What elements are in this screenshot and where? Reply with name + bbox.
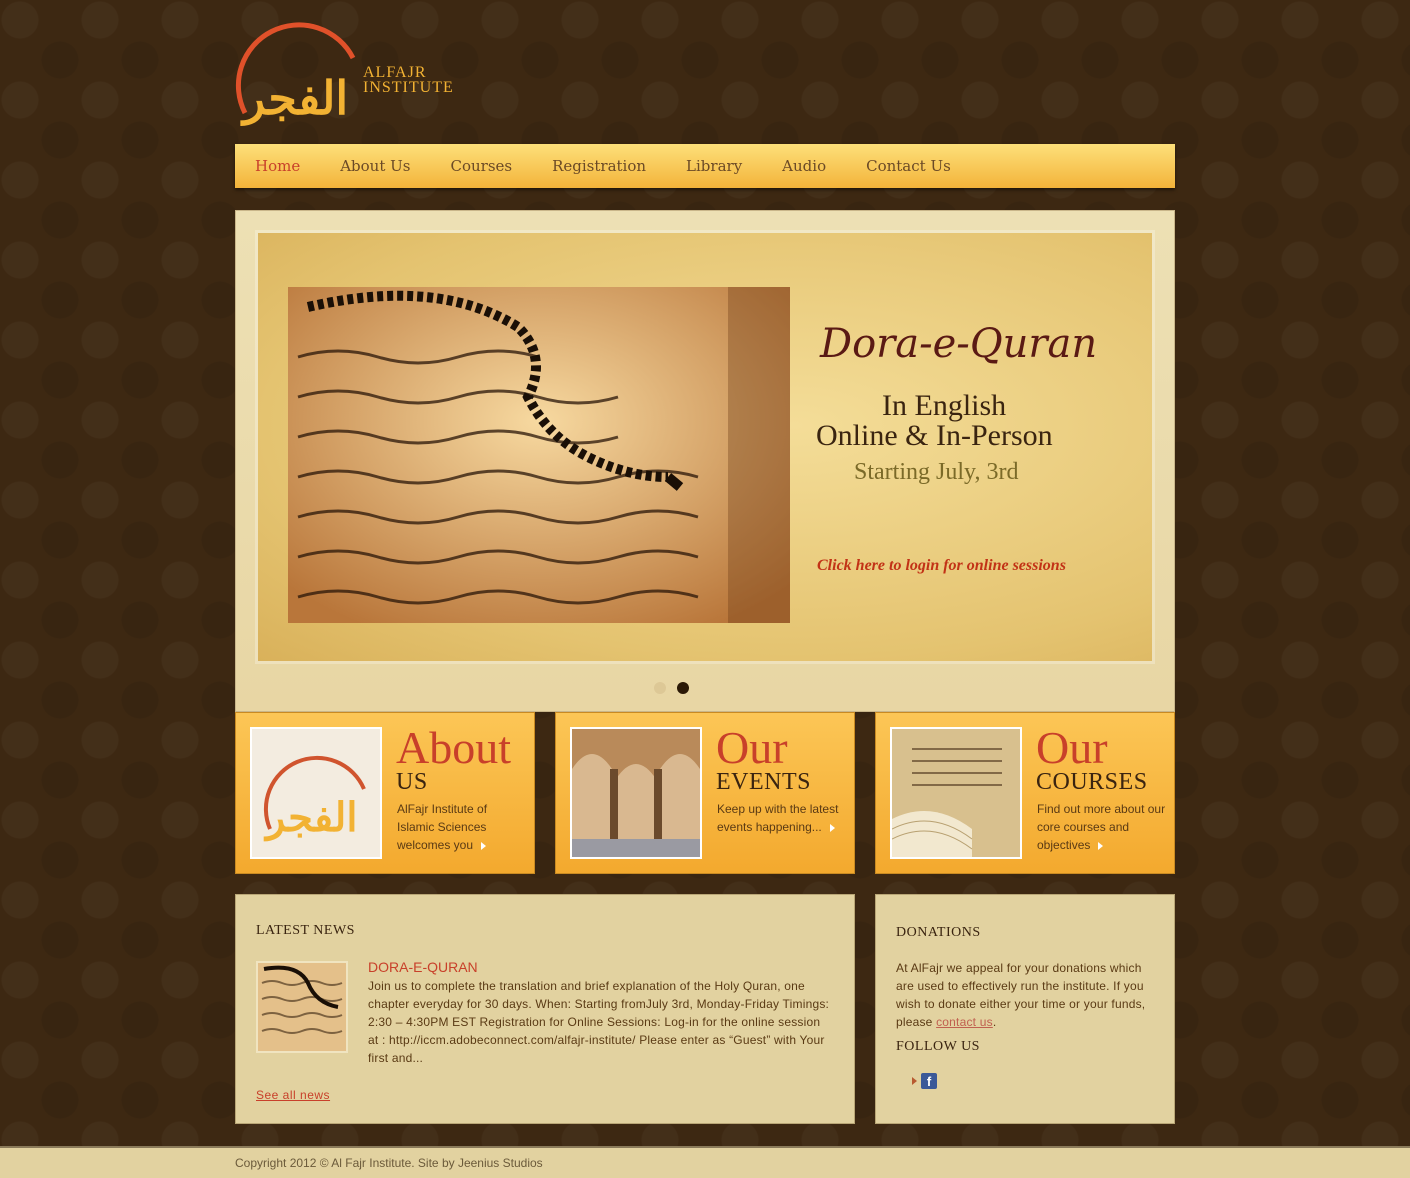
- arrow-right-icon[interactable]: [481, 841, 487, 850]
- arrow-right-icon[interactable]: [829, 823, 835, 832]
- copyright-text: Copyright 2012 © Al Fajr Institute. Site…: [235, 1156, 543, 1170]
- feature-courses-desc: Find out more about our core courses and…: [1037, 802, 1166, 852]
- feature-about-small: US: [396, 769, 428, 795]
- site-footer: Copyright 2012 © Al Fajr Institute. Site…: [0, 1146, 1410, 1178]
- site-logo[interactable]: الفجر ALFAJR INSTITUTE: [235, 18, 475, 128]
- latest-news-heading: LATEST NEWS: [256, 923, 355, 938]
- nav-courses[interactable]: Courses: [450, 157, 512, 175]
- slide-title: Dora-e-Quran: [820, 321, 1098, 367]
- follow-us-heading: FOLLOW US: [896, 1039, 980, 1054]
- hero-slider: Dora-e-Quran In English Online & In-Pers…: [235, 210, 1175, 712]
- feature-about-big: About: [396, 722, 511, 773]
- see-all-news-link[interactable]: See all news: [256, 1088, 330, 1102]
- feature-events-small: EVENTS: [716, 769, 811, 795]
- slide-line1: In English: [882, 389, 1007, 422]
- courses-thumbnail: [890, 727, 1022, 859]
- feature-about-desc: AlFajr Institute of Islamic Sciences wel…: [397, 802, 488, 852]
- slide-line2: Online & In-Person: [816, 419, 1053, 452]
- feature-courses-small: COURSES: [1036, 769, 1148, 795]
- svg-text:الفجر: الفجر: [263, 794, 357, 842]
- slider-dot-1[interactable]: [654, 682, 666, 694]
- logo-line2: INSTITUTE: [363, 79, 454, 96]
- bullet-arrow-icon: [912, 1077, 917, 1085]
- nav-audio[interactable]: Audio: [782, 157, 826, 175]
- nav-about-us[interactable]: About Us: [340, 157, 410, 175]
- open-book-photo: [892, 729, 1020, 857]
- nav-home[interactable]: Home: [255, 157, 300, 175]
- slider-pagination: [654, 682, 689, 694]
- feature-courses-big: Our: [1036, 722, 1108, 773]
- news-thumbnail[interactable]: [256, 961, 348, 1053]
- logo-emblem: الفجر: [235, 22, 356, 126]
- logo-emblem-small: الفجر: [263, 755, 366, 842]
- hero-slide[interactable]: Dora-e-Quran In English Online & In-Pers…: [258, 233, 1152, 661]
- logo-text: ALFAJR INSTITUTE: [363, 64, 454, 97]
- donations-text: At AlFajr we appeal for your donations w…: [896, 961, 1146, 1029]
- nav-registration[interactable]: Registration: [552, 157, 646, 175]
- contact-us-link[interactable]: contact us: [936, 1015, 993, 1029]
- main-nav: Home About Us Courses Registration Libra…: [235, 144, 1175, 188]
- feature-courses[interactable]: Our COURSES Find out more about our core…: [875, 712, 1175, 874]
- nav-library[interactable]: Library: [686, 157, 742, 175]
- slide-line3: Starting July, 3rd: [854, 459, 1019, 485]
- feature-about[interactable]: الفجر About US AlFajr Institute of Islam…: [235, 712, 535, 874]
- quran-thumb-photo: [258, 963, 346, 1051]
- quran-photo: [288, 287, 790, 623]
- about-thumbnail: الفجر: [250, 727, 382, 859]
- news-item-text: Join us to complete the translation and …: [368, 979, 830, 1065]
- donations-panel: DONATIONS At AlFajr we appeal for your d…: [875, 894, 1175, 1124]
- slider-dot-2[interactable]: [677, 682, 689, 694]
- social-links: f: [912, 1073, 937, 1089]
- donations-heading: DONATIONS: [896, 925, 981, 940]
- feature-events[interactable]: Our EVENTS Keep up with the latest event…: [555, 712, 855, 874]
- svg-text:الفجر: الفجر: [240, 71, 348, 126]
- feature-events-big: Our: [716, 722, 788, 773]
- news-item-title[interactable]: DORA-E-QURAN: [368, 959, 478, 975]
- arrow-right-icon[interactable]: [1098, 841, 1104, 850]
- events-thumbnail: [570, 727, 702, 859]
- mosque-arches-photo: [572, 729, 700, 857]
- nav-contact-us[interactable]: Contact Us: [866, 157, 951, 175]
- latest-news-panel: LATEST NEWS DORA-E-QURAN Join us to comp…: [235, 894, 855, 1124]
- facebook-icon[interactable]: f: [921, 1073, 937, 1089]
- feature-events-desc: Keep up with the latest events happening…: [717, 802, 839, 834]
- online-login-link[interactable]: Click here to login for online sessions: [817, 557, 1066, 575]
